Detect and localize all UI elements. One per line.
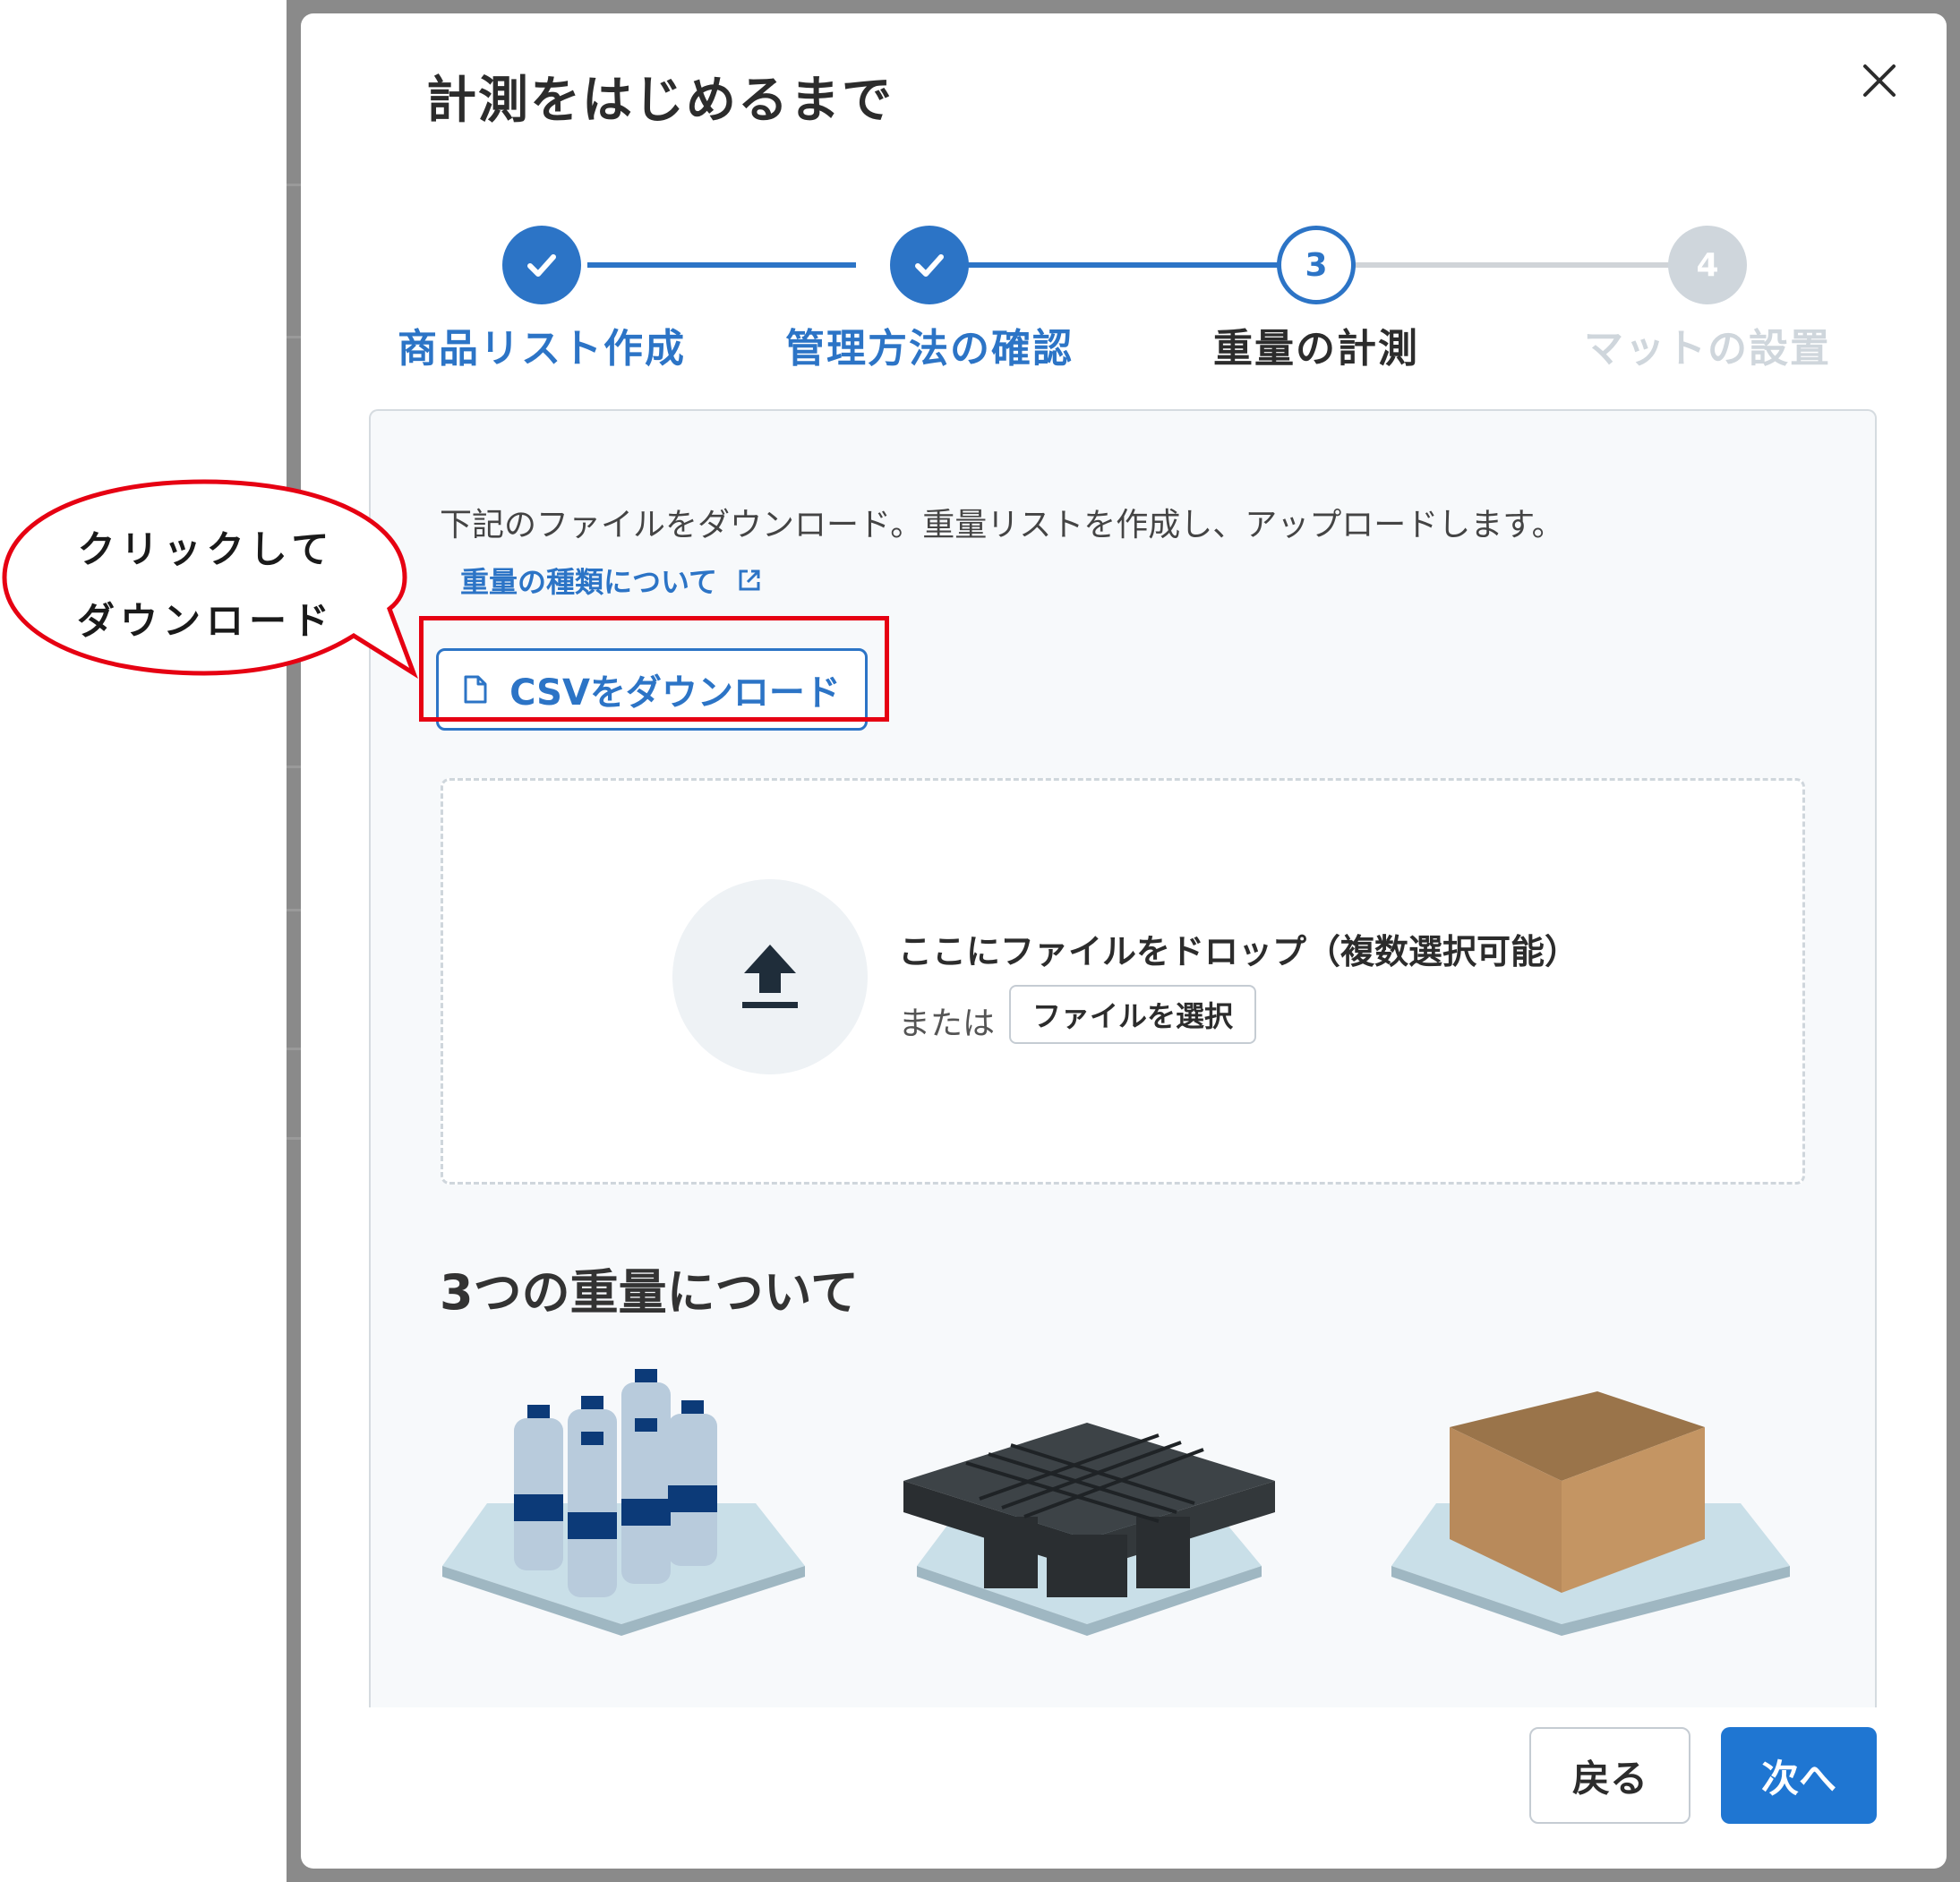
pallet-on-scale-illustration (903, 1423, 1275, 1636)
check-icon (915, 254, 944, 277)
step-connector-pending (1348, 262, 1689, 268)
bottles-on-scale-illustration (442, 1369, 805, 1636)
step-label: マットの設置 (1584, 326, 1831, 372)
or-label: または (898, 1005, 996, 1042)
weight-types-link[interactable]: 重量の種類について (460, 560, 762, 601)
annotation-highlight-box (419, 616, 889, 722)
file-select-button[interactable]: ファイルを選択 (1009, 985, 1256, 1044)
next-button[interactable]: 次へ (1721, 1727, 1877, 1824)
step-number: 4 (1696, 246, 1719, 284)
setup-modal: 計測をはじめるまで 3 4 商品リスト作成 管理方法の確認 重量の計測 マットの… (301, 13, 1947, 1869)
link-label: 重量の種類について (460, 565, 718, 599)
step-1-complete (502, 226, 581, 304)
modal-title: 計測をはじめるまで (426, 72, 894, 130)
step-number: 3 (1305, 246, 1328, 284)
step-2-complete (890, 226, 969, 304)
step-label: 管理方法の確認 (785, 326, 1074, 372)
step-connector-done (587, 262, 856, 268)
step-label: 重量の計測 (1213, 326, 1419, 372)
callout-text-line-2: ダウンロード (76, 599, 335, 643)
file-dropzone[interactable]: ここにファイルをドロップ（複数選択可能） または ファイルを選択 (441, 778, 1805, 1185)
instruction-text: 下記のファイルをダウンロード。重量リストを作成し、アップロードします。 (440, 507, 1564, 543)
callout-text-line-1: クリックして (77, 527, 335, 571)
close-icon (1863, 64, 1896, 97)
box-on-scale-illustration (1391, 1391, 1790, 1636)
content-panel: 下記のファイルをダウンロード。重量リストを作成し、アップロードします。 重量の種… (369, 409, 1877, 1707)
dropzone-title: ここにファイルをドロップ（複数選択可能） (898, 932, 1579, 971)
close-button[interactable] (1848, 49, 1911, 112)
annotation-callout: クリックして ダウンロード (0, 475, 421, 680)
speech-bubble-shape (2, 479, 418, 680)
step-3-current: 3 (1277, 226, 1356, 304)
upload-icon (742, 945, 798, 1008)
check-icon (527, 254, 556, 277)
step-connector-done (946, 262, 1304, 268)
back-button[interactable]: 戻る (1529, 1727, 1690, 1824)
section-heading: 3つの重量について (440, 1264, 859, 1321)
step-4-pending: 4 (1668, 226, 1747, 304)
upload-icon-circle (672, 879, 868, 1074)
step-label: 商品リスト作成 (398, 326, 686, 372)
external-link-icon (739, 569, 760, 591)
